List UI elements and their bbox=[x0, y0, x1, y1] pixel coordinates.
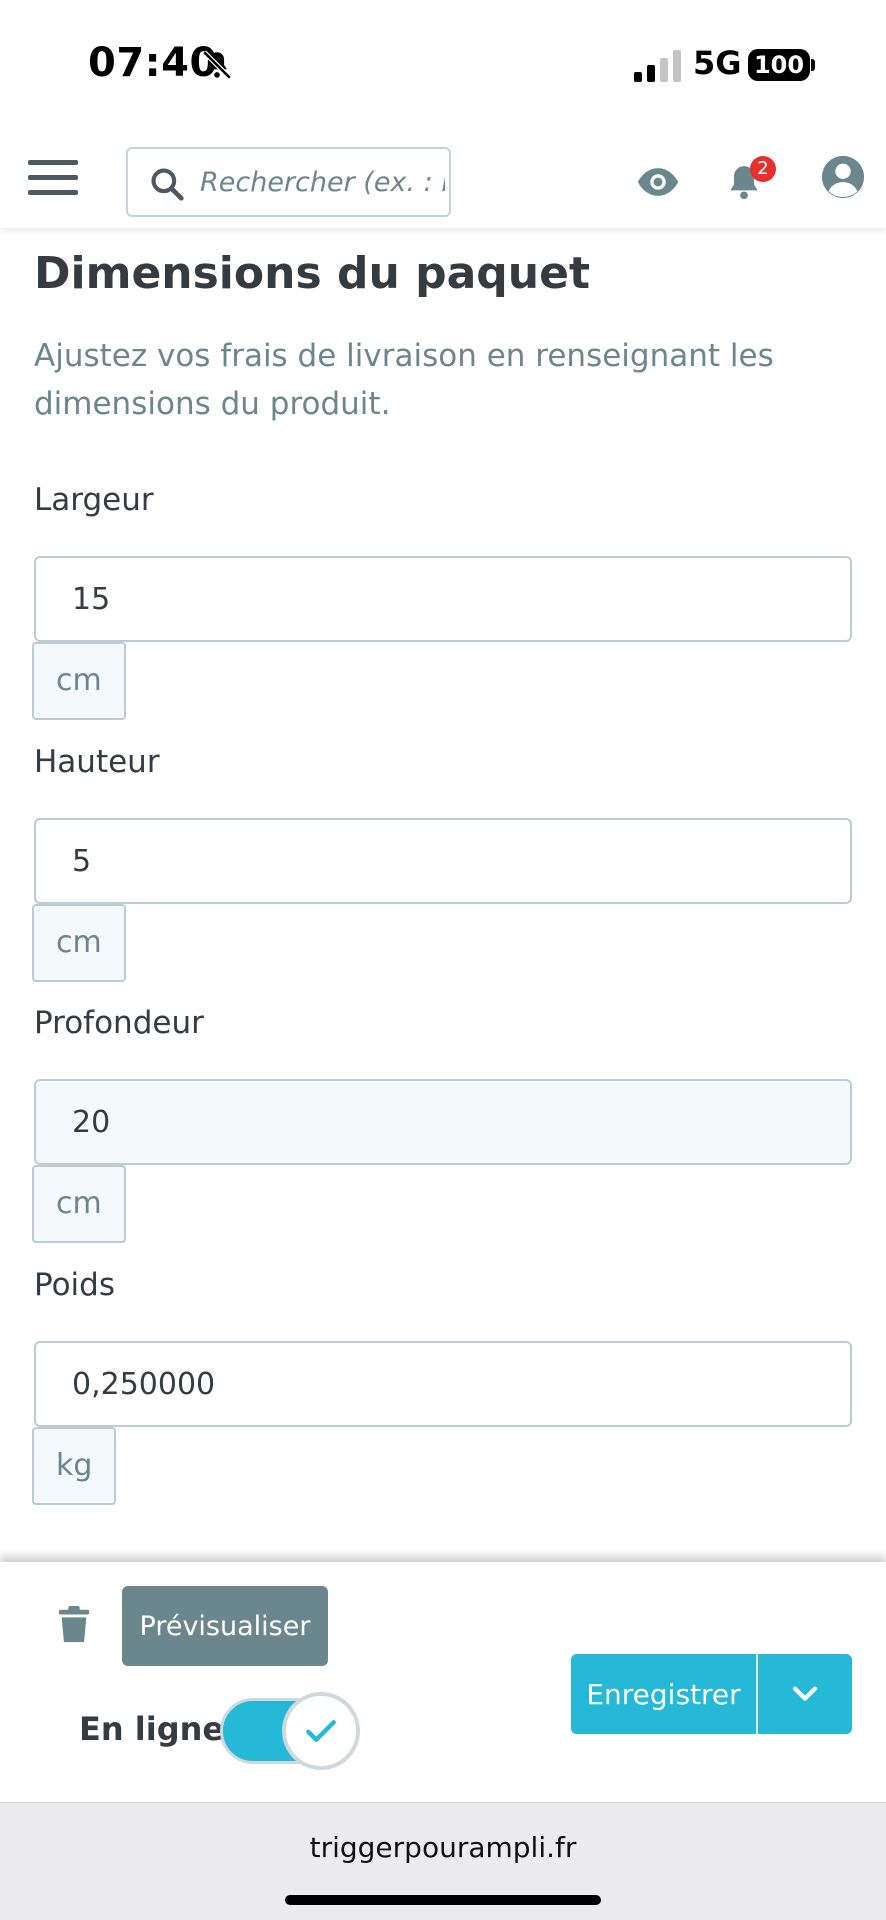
weight-field: Poids kg bbox=[32, 1263, 852, 1505]
height-label: Hauteur bbox=[34, 744, 160, 780]
search-icon bbox=[151, 168, 184, 201]
notification-badge: 2 bbox=[750, 156, 776, 182]
width-label: Largeur bbox=[34, 482, 154, 518]
eye-icon[interactable] bbox=[636, 160, 680, 204]
status-bar: 07:40 5G 100 bbox=[0, 0, 886, 130]
network-type: 5G bbox=[693, 44, 742, 82]
app-header: 2 bbox=[0, 130, 886, 228]
width-field: Largeur cm bbox=[32, 478, 852, 720]
save-button-group: Enregistrer bbox=[571, 1654, 852, 1734]
weight-input[interactable] bbox=[34, 1341, 852, 1427]
battery-indicator: 100 bbox=[748, 49, 810, 81]
checkmark-icon bbox=[306, 1720, 336, 1742]
notifications-button[interactable]: 2 bbox=[724, 152, 780, 208]
weight-unit: kg bbox=[32, 1427, 117, 1505]
cellular-signal-icon bbox=[634, 50, 681, 82]
section-title: Dimensions du paquet bbox=[34, 248, 590, 299]
preview-button[interactable]: Prévisualiser bbox=[122, 1586, 328, 1666]
hamburger-menu-icon[interactable] bbox=[28, 160, 78, 198]
online-label: En ligne bbox=[79, 1710, 225, 1748]
trash-icon[interactable] bbox=[58, 1606, 90, 1644]
product-action-bar: Prévisualiser En ligne Enregistrer bbox=[0, 1562, 886, 1802]
bell-off-icon bbox=[202, 50, 232, 80]
width-unit: cm bbox=[32, 642, 126, 720]
battery-tip bbox=[811, 59, 815, 71]
width-input[interactable] bbox=[34, 556, 852, 642]
height-unit: cm bbox=[32, 904, 126, 982]
user-account-icon[interactable] bbox=[820, 154, 866, 200]
search-input[interactable] bbox=[200, 149, 445, 215]
depth-label: Profondeur bbox=[34, 1005, 204, 1041]
weight-label: Poids bbox=[34, 1267, 115, 1303]
height-input[interactable] bbox=[34, 818, 852, 904]
save-button[interactable]: Enregistrer bbox=[571, 1654, 756, 1734]
depth-input[interactable] bbox=[34, 1079, 852, 1165]
search-box[interactable] bbox=[126, 147, 451, 217]
online-toggle[interactable] bbox=[220, 1692, 360, 1774]
url-text[interactable]: triggerpourampli.fr bbox=[0, 1831, 886, 1864]
chevron-down-icon bbox=[792, 1686, 818, 1701]
save-options-dropdown[interactable] bbox=[758, 1654, 852, 1734]
browser-address-bar: triggerpourampli.fr bbox=[0, 1802, 886, 1920]
depth-unit: cm bbox=[32, 1165, 126, 1243]
height-field: Hauteur cm bbox=[32, 740, 852, 982]
section-description: Ajustez vos frais de livraison en rensei… bbox=[34, 338, 774, 422]
home-indicator[interactable] bbox=[285, 1895, 601, 1905]
toggle-knob bbox=[282, 1692, 360, 1770]
status-time: 07:40 bbox=[88, 40, 218, 86]
depth-field: Profondeur cm bbox=[32, 1001, 852, 1243]
